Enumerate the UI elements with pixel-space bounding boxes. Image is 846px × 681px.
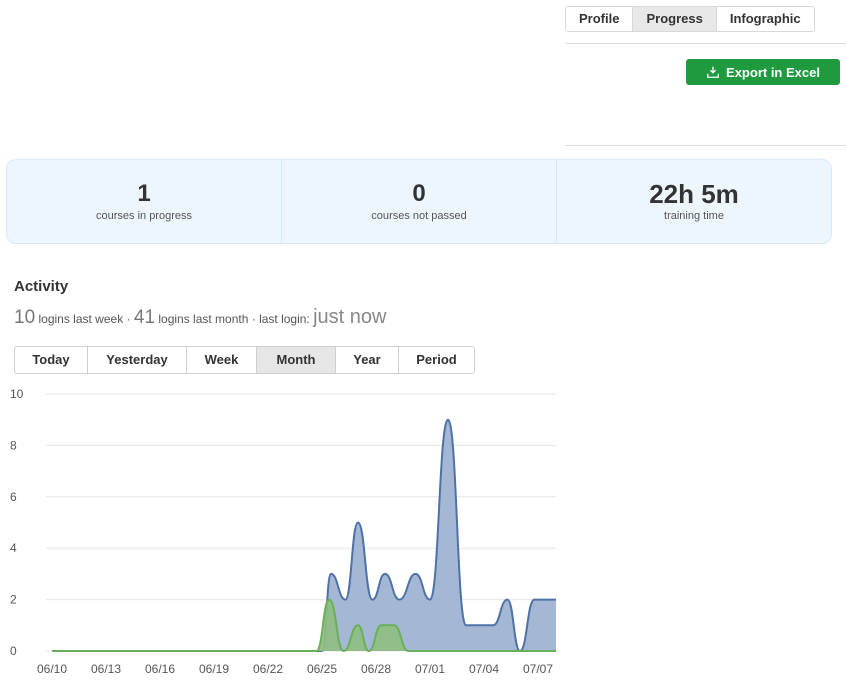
x-tick-label: 06/16 <box>145 662 175 676</box>
stat-label: courses in progress <box>96 210 192 222</box>
logins-summary: 10 logins last week · 41 logins last mon… <box>14 306 386 329</box>
tabs-divider <box>565 43 846 44</box>
x-tick-label: 06/25 <box>307 662 337 676</box>
stat-value: 0 <box>412 180 426 207</box>
stats-panel: 1 courses in progress 0 courses not pass… <box>6 159 832 244</box>
stat-value: 22h 5m <box>649 179 739 209</box>
period-selector: Today Yesterday Week Month Year Period <box>14 346 475 374</box>
y-tick-label: 0 <box>10 644 17 658</box>
x-tick-label: 07/01 <box>415 662 445 676</box>
view-tabs: Profile Progress Infographic <box>565 6 815 32</box>
activity-chart: 0 2 4 6 8 10 06/10 06/13 06/16 06/19 06/22 06/25 06/… <box>10 387 557 676</box>
export-excel-button[interactable]: Export in Excel <box>686 59 840 85</box>
month-logins-text: logins last month · last login: <box>158 312 310 326</box>
period-month[interactable]: Month <box>257 347 336 373</box>
x-tick-label: 06/19 <box>199 662 229 676</box>
x-tick-label: 06/22 <box>253 662 283 676</box>
stat-training-time: 22h 5m training time <box>556 160 831 243</box>
x-tick-label: 06/13 <box>91 662 121 676</box>
section-divider <box>565 145 846 146</box>
last-login-value: just now <box>313 306 387 328</box>
stat-courses-in-progress: 1 courses in progress <box>7 160 281 243</box>
stat-label: courses not passed <box>371 210 467 222</box>
x-tick-label: 07/07 <box>523 662 553 676</box>
stat-label: training time <box>664 210 724 222</box>
tab-infographic[interactable]: Infographic <box>716 7 814 31</box>
export-label: Export in Excel <box>726 64 820 80</box>
series-line-0 <box>52 418 557 653</box>
period-yesterday[interactable]: Yesterday <box>88 347 187 373</box>
tab-profile[interactable]: Profile <box>566 7 634 31</box>
period-year[interactable]: Year <box>336 347 399 373</box>
y-tick-label: 4 <box>10 541 17 555</box>
period-week[interactable]: Week <box>187 347 257 373</box>
y-tick-label: 8 <box>10 438 17 452</box>
month-logins-count: 41 <box>133 307 156 328</box>
y-tick-label: 2 <box>10 593 17 607</box>
period-period[interactable]: Period <box>399 347 474 373</box>
stat-value: 1 <box>137 180 151 207</box>
y-tick-label: 6 <box>10 490 17 504</box>
x-tick-label: 06/28 <box>361 662 391 676</box>
stat-courses-not-passed: 0 courses not passed <box>281 160 556 243</box>
x-tick-label: 07/04 <box>469 662 499 676</box>
x-tick-label: 06/10 <box>37 662 67 676</box>
period-today[interactable]: Today <box>15 347 88 373</box>
download-tray-icon <box>707 66 719 78</box>
tab-progress[interactable]: Progress <box>633 7 717 31</box>
y-tick-label: 10 <box>10 387 24 401</box>
week-logins-text: logins last week · <box>38 312 131 326</box>
series-area-0 <box>52 419 556 651</box>
activity-heading: Activity <box>14 278 69 295</box>
week-logins-count: 10 <box>14 307 36 328</box>
